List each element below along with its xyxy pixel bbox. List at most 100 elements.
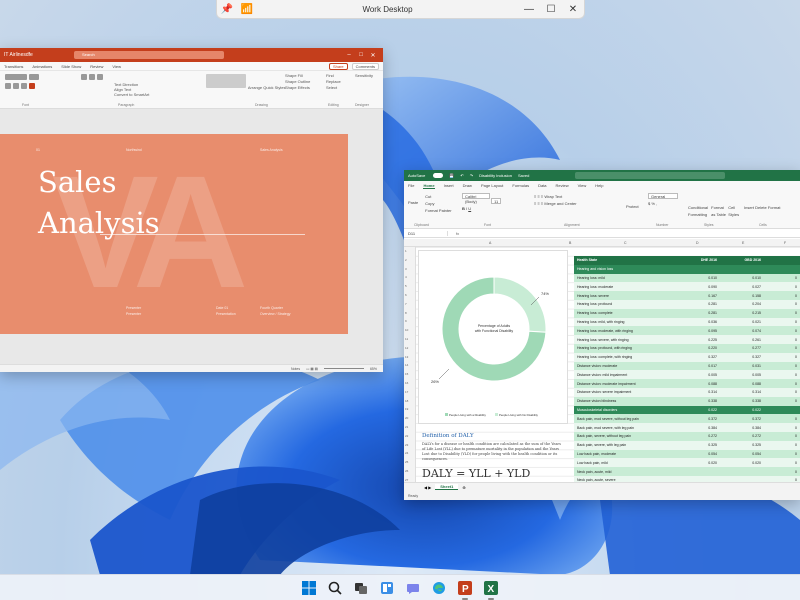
col-e[interactable]: E [742,241,744,245]
ppt-menu-view[interactable]: View [112,64,121,69]
ppt-share-button[interactable]: Share [328,62,348,70]
table-cell[interactable]: Neck pain, acute, mild [574,470,676,474]
row-number[interactable]: 17 [405,390,408,394]
table-row[interactable]: Back pain, severe, without leg pain 0.272… [574,431,800,441]
row-number[interactable]: 14 [405,363,408,367]
format-cells-button[interactable]: Format [768,205,781,210]
row-number[interactable]: 21 [405,425,408,429]
table-row[interactable]: Distance vision: severe impairment 0.314 0… [574,387,800,397]
fx-icon[interactable]: fx [456,231,459,236]
ppt-view-icons[interactable]: ▭ ▦ ▤ [306,367,318,371]
table-cell[interactable]: 0 [764,470,800,474]
table-cell[interactable]: 0 [764,364,800,368]
protect-button[interactable]: Protect [626,203,639,210]
th-health-state[interactable]: Health State [574,258,676,262]
table-cell[interactable]: Hearing loss: moderate [574,285,676,289]
table-cell[interactable]: 0.090 [676,285,720,289]
xls-menu-insert[interactable]: Insert [444,183,454,188]
table-row[interactable]: Hearing loss: severe 0.167 0.158 0 [574,291,800,300]
table-cell[interactable]: 0.167 [676,294,720,298]
table-row[interactable]: Back pain, mod severe, without leg pain 0… [574,414,800,424]
table-cell[interactable]: Distance vision: moderate [574,364,676,368]
table-cell[interactable]: Hearing loss: profound [574,302,676,306]
table-cell[interactable]: 0.225 [676,338,720,342]
table-row[interactable]: Hearing loss: mild, with ringing 0.036 0.0… [574,317,800,327]
edge-icon[interactable] [430,579,448,597]
table-cell[interactable]: 0 [764,276,800,280]
close-button[interactable]: ✕ [562,4,584,15]
ppt-menu-slideshow[interactable]: Slide Show [61,64,81,69]
ppt-zoom-slider[interactable] [323,368,364,369]
table-row[interactable]: Hearing loss: profound, with ringing 0.22… [574,343,800,353]
table-cell[interactable]: Distance vision: mild impairment [574,373,676,377]
slide-canvas[interactable]: VA 01 Northwind Sales Analysis Sales Ana… [0,134,348,334]
table-cell[interactable]: Hearing loss: severe [574,294,676,298]
table-cell[interactable]: 0.384 [676,426,720,430]
table-cell[interactable]: 0 [764,285,800,289]
table-cell[interactable]: 0.327 [676,355,720,359]
table-cell[interactable]: 0.158 [720,294,764,298]
wrap-text-button[interactable]: Wrap Text [544,194,562,199]
font-color-icon[interactable] [29,83,35,89]
redo-icon[interactable]: ↷ [470,173,473,178]
ppt-sensitivity[interactable]: Sensitivity [355,73,373,78]
table-cell[interactable]: 0 [764,382,800,386]
table-cell[interactable]: Hearing loss: profound, with ringing [574,346,676,350]
sheet-tab-sheet1[interactable]: Sheet1 [435,484,459,490]
minimize-button[interactable]: — [518,4,540,15]
table-cell[interactable]: 0.384 [720,426,764,430]
shapes-icon[interactable] [206,74,246,88]
table-cell[interactable]: 0.327 [720,355,764,359]
powerpoint-window[interactable]: IT Airlinesdfe Search – □ ✕ Transitions … [0,48,383,372]
ppt-close-button[interactable]: ✕ [367,52,379,59]
powerpoint-icon[interactable]: P [456,579,474,600]
ppt-shape-fill[interactable]: Shape Fill [285,73,303,78]
table-row[interactable]: Back pain, mod severe, with leg pain 0.38… [574,423,800,432]
table-cell[interactable]: 0.261 [720,338,764,342]
table-cell[interactable]: Back pain, severe, with leg pain [574,443,676,447]
table-cell[interactable]: 0.314 [676,390,720,394]
ppt-arrange[interactable]: Arrange [248,85,262,90]
snap-group-bar[interactable]: 📌 📶 Work Desktop — ☐ ✕ [216,0,585,19]
ppt-shape-effects[interactable]: Shape Effects [285,85,310,90]
table-cell[interactable]: 0.017 [676,364,720,368]
table-cell[interactable]: 0 [764,338,800,342]
italic-icon[interactable] [13,83,19,89]
donut-chart-panel[interactable]: Percentage of Adults with Functional Disa… [418,250,568,424]
col-a[interactable]: A [489,241,491,245]
ppt-zoom-level[interactable]: 65% [370,367,377,371]
row-number[interactable]: 15 [405,372,408,376]
prev-sheet-icon[interactable]: ◀ ▶ [424,485,431,490]
conditional-formatting-button[interactable]: Conditional Formatting [688,204,710,218]
ppt-menu-animations[interactable]: Animations [32,64,52,69]
table-cell[interactable]: 0.338 [676,399,720,403]
row-number[interactable]: 5 [405,284,407,288]
table-cell[interactable]: 0.027 [720,285,764,289]
ppt-titlebar[interactable]: IT Airlinesdfe Search – □ ✕ [0,48,383,62]
th-gbd-2016[interactable]: GBD 2016 [720,258,764,262]
ppt-convert-smartart[interactable]: Convert to SmartArt [114,92,149,97]
table-row[interactable]: Neck pain, acute, mild 0 [574,467,800,476]
save-icon[interactable]: 💾 [449,173,454,178]
font-box-icon[interactable] [5,74,27,80]
table-cell[interactable]: 0 [764,346,800,350]
table-cell[interactable]: Distance vision blindness [574,399,676,403]
bold-icon[interactable] [5,83,11,89]
table-cell[interactable]: 0.022 [676,408,720,412]
table-cell[interactable]: 0.372 [720,417,764,421]
table-row[interactable]: Hearing loss: complete, with ringing 0.32… [574,352,800,362]
size-box-icon[interactable] [29,74,39,80]
health-state-table[interactable]: Health State DHE 2016 GBD 2016 Hearing a… [574,256,800,500]
row-number[interactable]: 19 [405,407,408,411]
table-cell[interactable]: 0.204 [720,302,764,306]
row-number[interactable]: 16 [405,381,408,385]
task-view-icon[interactable] [352,579,370,597]
xls-italic-icon[interactable]: I [466,206,467,211]
donut-chart[interactable]: Percentage of Adults with Functional Disa… [419,251,569,425]
table-cell[interactable]: 0.010 [720,276,764,280]
table-row[interactable]: Low back pain, mild 0.020 0.020 0 [574,458,800,468]
indent-icon[interactable] [97,74,103,80]
table-cell[interactable]: Back pain, severe, without leg pain [574,434,676,438]
table-cell[interactable]: 0.005 [720,373,764,377]
table-cell[interactable]: 0.272 [676,434,720,438]
